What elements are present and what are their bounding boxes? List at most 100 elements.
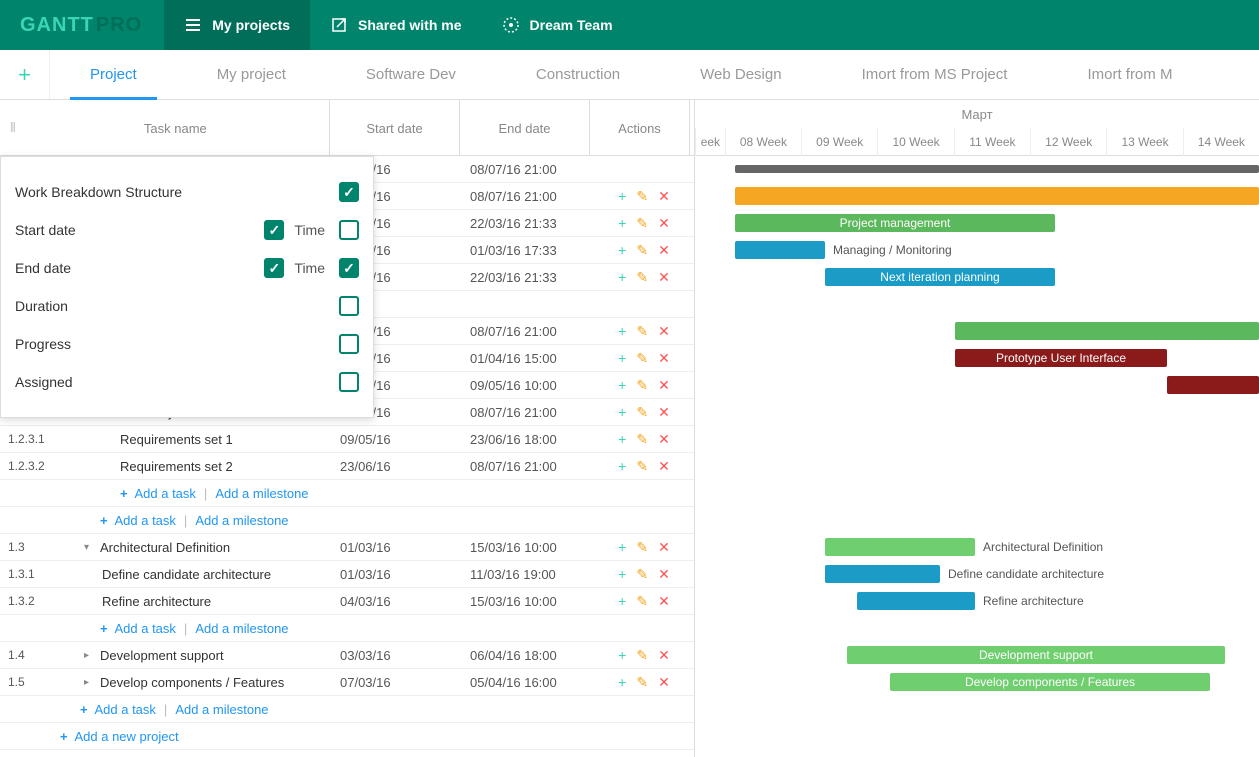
edit-icon[interactable]: ✎ <box>636 593 648 610</box>
edit-icon[interactable]: ✎ <box>636 431 648 448</box>
task-name-cell[interactable]: Define candidate architecture <box>60 567 334 582</box>
delete-icon[interactable]: ✕ <box>658 539 670 556</box>
delete-icon[interactable]: ✕ <box>658 323 670 340</box>
add-task-link[interactable]: + Add a new project <box>60 729 179 744</box>
edit-icon[interactable]: ✎ <box>636 242 648 259</box>
checkbox[interactable] <box>264 220 284 240</box>
delete-icon[interactable]: ✕ <box>658 377 670 394</box>
gantt-bar[interactable] <box>955 322 1259 340</box>
delete-icon[interactable]: ✕ <box>658 350 670 367</box>
add-milestone-link[interactable]: Add a milestone <box>195 621 288 636</box>
delete-icon[interactable]: ✕ <box>658 188 670 205</box>
task-name-cell[interactable]: ▸Development support <box>60 648 334 663</box>
drag-handle-icon[interactable]: ⦀ <box>10 120 22 136</box>
add-task-link[interactable]: + Add a task <box>100 513 176 528</box>
tab-imort-from-m[interactable]: Imort from M <box>1047 50 1212 99</box>
checkbox[interactable] <box>339 182 359 202</box>
chevron-down-icon[interactable]: ▾ <box>84 542 96 553</box>
tab-construction[interactable]: Construction <box>496 50 660 99</box>
nav-my-projects[interactable]: My projects <box>164 0 310 50</box>
add-subtask-icon[interactable]: + <box>618 647 626 664</box>
gantt-bar-label: Architectural Definition <box>983 540 1103 554</box>
add-milestone-link[interactable]: Add a milestone <box>215 486 308 501</box>
delete-icon[interactable]: ✕ <box>658 269 670 286</box>
edit-icon[interactable]: ✎ <box>636 377 648 394</box>
gantt-bar[interactable]: Project management <box>735 214 1055 232</box>
add-subtask-icon[interactable]: + <box>618 350 626 367</box>
gantt-bar[interactable]: Define candidate architecture <box>825 565 940 583</box>
edit-icon[interactable]: ✎ <box>636 674 648 691</box>
checkbox[interactable] <box>264 258 284 278</box>
task-name-cell[interactable]: Refine architecture <box>60 594 334 609</box>
tab-web-design[interactable]: Web Design <box>660 50 821 99</box>
gantt-bar[interactable] <box>735 165 1259 173</box>
gantt-bar[interactable]: Managing / Monitoring <box>735 241 825 259</box>
add-subtask-icon[interactable]: + <box>618 404 626 421</box>
delete-icon[interactable]: ✕ <box>658 458 670 475</box>
chevron-right-icon[interactable]: ▸ <box>84 650 96 661</box>
add-milestone-link[interactable]: Add a milestone <box>195 513 288 528</box>
task-name-cell[interactable]: ▸Develop components / Features <box>60 675 334 690</box>
delete-icon[interactable]: ✕ <box>658 431 670 448</box>
delete-icon[interactable]: ✕ <box>658 593 670 610</box>
checkbox[interactable] <box>339 258 359 278</box>
add-tab-button[interactable]: + <box>0 50 50 99</box>
edit-icon[interactable]: ✎ <box>636 647 648 664</box>
delete-icon[interactable]: ✕ <box>658 566 670 583</box>
add-subtask-icon[interactable]: + <box>618 188 626 205</box>
wbs-id: 1.5 <box>0 675 60 689</box>
gantt-bar[interactable]: Develop components / Features <box>890 673 1210 691</box>
add-subtask-icon[interactable]: + <box>618 269 626 286</box>
edit-icon[interactable]: ✎ <box>636 458 648 475</box>
add-subtask-icon[interactable]: + <box>618 458 626 475</box>
gantt-bar[interactable]: Development support <box>847 646 1225 664</box>
add-subtask-icon[interactable]: + <box>618 323 626 340</box>
nav-shared-with-me[interactable]: Shared with me <box>310 0 481 50</box>
add-subtask-icon[interactable]: + <box>618 215 626 232</box>
gantt-bar[interactable]: Prototype User Interface <box>955 349 1167 367</box>
edit-icon[interactable]: ✎ <box>636 404 648 421</box>
add-subtask-icon[interactable]: + <box>618 377 626 394</box>
add-subtask-icon[interactable]: + <box>618 674 626 691</box>
tab-imort-from-ms-project[interactable]: Imort from MS Project <box>822 50 1048 99</box>
checkbox[interactable] <box>339 334 359 354</box>
edit-icon[interactable]: ✎ <box>636 323 648 340</box>
add-subtask-icon[interactable]: + <box>618 431 626 448</box>
add-subtask-icon[interactable]: + <box>618 242 626 259</box>
chevron-right-icon[interactable]: ▸ <box>84 677 96 688</box>
edit-icon[interactable]: ✎ <box>636 269 648 286</box>
task-name-cell[interactable]: Requirements set 2 <box>60 459 334 474</box>
tab-project[interactable]: Project <box>50 50 177 99</box>
gantt-bar[interactable]: Next iteration planning <box>825 268 1055 286</box>
gantt-bar[interactable]: Refine architecture <box>857 592 975 610</box>
add-subtask-icon[interactable]: + <box>618 593 626 610</box>
edit-icon[interactable]: ✎ <box>636 350 648 367</box>
task-name-cell[interactable]: ▾Architectural Definition <box>60 540 334 555</box>
tab-software-dev[interactable]: Software Dev <box>326 50 496 99</box>
delete-icon[interactable]: ✕ <box>658 215 670 232</box>
add-task-link[interactable]: + Add a task <box>100 621 176 636</box>
nav-dream-team[interactable]: Dream Team <box>482 0 633 50</box>
delete-icon[interactable]: ✕ <box>658 674 670 691</box>
add-subtask-icon[interactable]: + <box>618 566 626 583</box>
delete-icon[interactable]: ✕ <box>658 404 670 421</box>
checkbox[interactable] <box>339 372 359 392</box>
gantt-bar[interactable] <box>1167 376 1259 394</box>
add-task-link[interactable]: + Add a task <box>120 486 196 501</box>
gantt-bar[interactable] <box>735 187 1259 205</box>
edit-icon[interactable]: ✎ <box>636 215 648 232</box>
checkbox[interactable] <box>339 220 359 240</box>
checkbox[interactable] <box>339 296 359 316</box>
edit-icon[interactable]: ✎ <box>636 188 648 205</box>
add-task-link[interactable]: + Add a task <box>80 702 156 717</box>
edit-icon[interactable]: ✎ <box>636 566 648 583</box>
gantt-bar[interactable]: Architectural Definition <box>825 538 975 556</box>
task-grid: ⦀ Task name Start date End date Actions … <box>0 100 695 757</box>
delete-icon[interactable]: ✕ <box>658 242 670 259</box>
add-subtask-icon[interactable]: + <box>618 539 626 556</box>
delete-icon[interactable]: ✕ <box>658 647 670 664</box>
edit-icon[interactable]: ✎ <box>636 539 648 556</box>
add-milestone-link[interactable]: Add a milestone <box>175 702 268 717</box>
tab-my-project[interactable]: My project <box>177 50 326 99</box>
task-name-cell[interactable]: Requirements set 1 <box>60 432 334 447</box>
